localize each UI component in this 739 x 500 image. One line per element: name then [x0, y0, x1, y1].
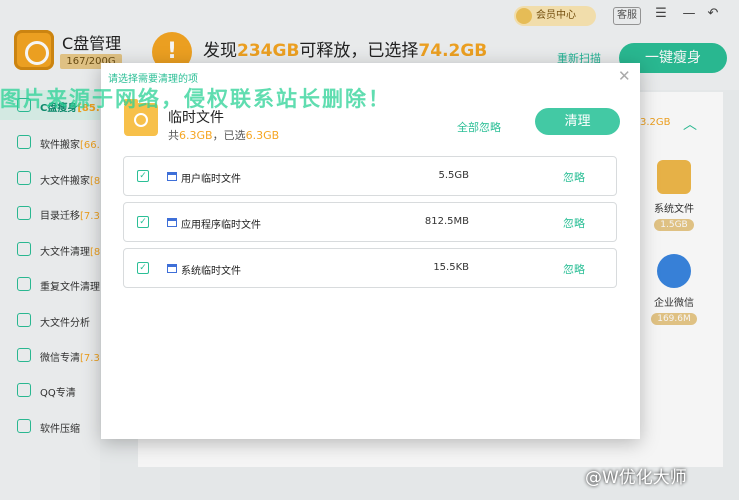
ignore-all-link[interactable]: 全部忽略	[457, 119, 501, 135]
list-item: ✓ 应用程序临时文件 812.5MB 忽略	[123, 202, 617, 242]
clean-button[interactable]: 清理	[535, 108, 620, 135]
ignore-link[interactable]: 忽略	[563, 169, 585, 185]
category-total: 6.3GB	[179, 129, 213, 142]
list-item: ✓ 用户临时文件 5.5GB 忽略	[123, 156, 617, 196]
category-selected: 6.3GB	[245, 129, 280, 142]
close-icon[interactable]: ✕	[618, 67, 631, 85]
ignore-link[interactable]: 忽略	[563, 261, 585, 277]
item-size: 812.5MB	[424, 216, 469, 227]
file-icon	[167, 264, 177, 273]
total-prefix: 共	[168, 129, 179, 142]
watermark-text: 图片来源于网络，侵权联系站长删除！	[0, 87, 391, 111]
item-name: 应用程序临时文件	[181, 220, 261, 231]
item-name: 用户临时文件	[181, 174, 241, 185]
row-checkbox[interactable]: ✓	[137, 262, 149, 274]
item-name: 系统临时文件	[181, 266, 241, 277]
row-checkbox[interactable]: ✓	[137, 216, 149, 228]
row-checkbox[interactable]: ✓	[137, 170, 149, 182]
file-icon	[167, 218, 177, 227]
category-summary: 共6.3GB，已选6.3GB	[168, 127, 279, 143]
item-size: 15.5KB	[433, 262, 469, 273]
list-item: ✓ 系统临时文件 15.5KB 忽略	[123, 248, 617, 288]
clock-icon	[134, 113, 148, 127]
weibo-watermark: @W优化大师	[585, 468, 687, 488]
file-icon	[167, 172, 177, 181]
selected-prefix: ，已选	[212, 129, 246, 142]
item-size: 5.5GB	[438, 170, 469, 181]
clean-selection-dialog: 请选择需要清理的项 ✕ 临时文件 共6.3GB，已选6.3GB 全部忽略 清理 …	[101, 63, 640, 439]
ignore-link[interactable]: 忽略	[563, 215, 585, 231]
